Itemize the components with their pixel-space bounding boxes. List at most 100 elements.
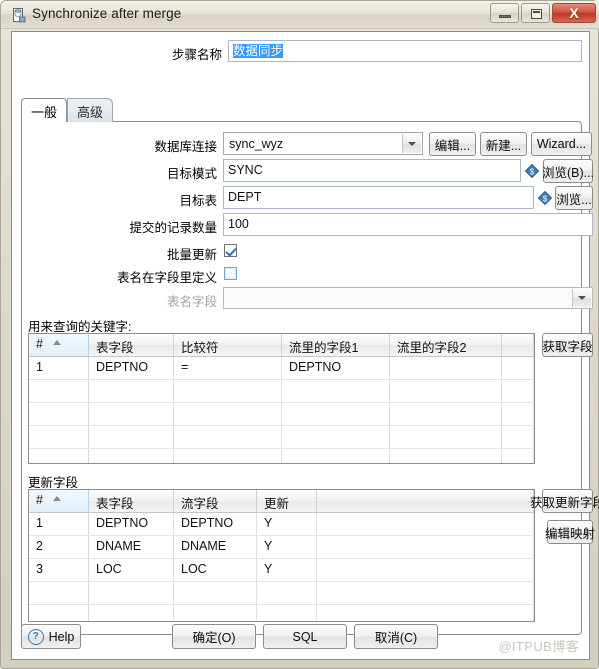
table-row-empty[interactable] bbox=[29, 582, 534, 605]
get-fields-button[interactable]: 获取字段 bbox=[542, 333, 593, 357]
svg-text:$: $ bbox=[543, 195, 548, 204]
db-connection-label: 数据库连接 bbox=[154, 140, 217, 154]
table-row[interactable]: 1 DEPTNO = DEPTNO bbox=[29, 357, 534, 380]
update-col-index[interactable]: # bbox=[29, 490, 89, 512]
keys-col-index[interactable]: # bbox=[29, 334, 89, 356]
ok-button[interactable]: 确定(O) bbox=[172, 624, 256, 649]
table-row[interactable]: 2 DNAME DNAME Y bbox=[29, 536, 534, 559]
table-row[interactable]: 1 DEPTNO DEPTNO Y bbox=[29, 513, 534, 536]
cell-table-field[interactable]: DNAME bbox=[89, 536, 174, 558]
help-button[interactable]: ? Help bbox=[21, 624, 81, 649]
table-name-field-label: 表名字段 bbox=[166, 295, 217, 309]
question-mark-icon: ? bbox=[27, 628, 44, 645]
title-bar[interactable]: Synchronize after merge X bbox=[1, 1, 599, 29]
wizard-button[interactable]: Wizard... bbox=[531, 132, 592, 156]
cell-comparator[interactable]: = bbox=[174, 357, 282, 379]
chevron-down-icon[interactable] bbox=[572, 289, 591, 307]
keys-col-table-field[interactable]: 表字段 bbox=[89, 334, 174, 356]
window-controls: X bbox=[490, 3, 596, 23]
dialog-client-area: 步骤名称 数据同步 一般 高级 数据库连接 sync_wyz 编辑... 新建.… bbox=[11, 31, 599, 660]
keys-grid[interactable]: # 表字段 比较符 流里的字段1 流里的字段2 1 DEPTNO = DEPTN… bbox=[28, 333, 535, 464]
cancel-button[interactable]: 取消(C) bbox=[354, 624, 438, 649]
table-row-empty[interactable] bbox=[29, 449, 534, 463]
db-connection-value: sync_wyz bbox=[229, 137, 284, 151]
window-title: Synchronize after merge bbox=[32, 6, 182, 21]
batch-update-label: 批量更新 bbox=[166, 248, 217, 262]
cell-index: 3 bbox=[29, 559, 89, 581]
watermark: @ITPUB博客 bbox=[498, 639, 579, 654]
browse-table-button[interactable]: 浏览... bbox=[555, 186, 593, 210]
keys-col-stream-field1[interactable]: 流里的字段1 bbox=[282, 334, 390, 356]
commit-size-input[interactable]: 100 bbox=[223, 213, 593, 236]
keys-col-stream-field2[interactable]: 流里的字段2 bbox=[390, 334, 502, 356]
maximize-button[interactable] bbox=[521, 3, 550, 23]
keys-grid-header: # 表字段 比较符 流里的字段1 流里的字段2 bbox=[29, 334, 534, 357]
target-schema-value: SYNC bbox=[228, 163, 263, 177]
batch-update-checkbox[interactable] bbox=[224, 244, 237, 257]
get-update-fields-button[interactable]: 获取更新字段 bbox=[530, 489, 599, 513]
table-name-in-field-label: 表名在字段里定义 bbox=[116, 271, 217, 285]
cell-spacer bbox=[502, 357, 534, 379]
tab-general[interactable]: 一般 bbox=[21, 98, 68, 122]
keys-col-spacer bbox=[502, 334, 534, 356]
cell-stream-field[interactable]: LOC bbox=[174, 559, 257, 581]
chevron-down-icon[interactable] bbox=[402, 134, 421, 153]
cell-table-field[interactable]: DEPTNO bbox=[89, 357, 174, 379]
sort-ascending-icon bbox=[53, 496, 61, 501]
cell-update-flag[interactable]: Y bbox=[257, 536, 317, 558]
svg-text:$: $ bbox=[530, 168, 535, 177]
maximize-icon bbox=[531, 9, 542, 19]
target-schema-input[interactable]: SYNC bbox=[223, 159, 521, 182]
step-name-value: 数据同步 bbox=[233, 44, 284, 58]
update-col-spacer bbox=[317, 490, 534, 512]
close-button[interactable]: X bbox=[552, 3, 596, 23]
database-step-icon bbox=[13, 8, 26, 23]
edit-mapping-button[interactable]: 编辑映射 bbox=[545, 520, 595, 544]
cell-table-field[interactable]: DEPTNO bbox=[89, 513, 174, 535]
update-col-table-field[interactable]: 表字段 bbox=[89, 490, 174, 512]
minimize-button[interactable] bbox=[490, 3, 519, 23]
keys-col-comparator[interactable]: 比较符 bbox=[174, 334, 282, 356]
update-grid-header: # 表字段 流字段 更新 bbox=[29, 490, 534, 513]
table-row-empty[interactable] bbox=[29, 380, 534, 403]
table-name-field-combo[interactable] bbox=[223, 287, 593, 309]
db-connection-combo[interactable]: sync_wyz bbox=[223, 132, 423, 155]
new-connection-button[interactable]: 新建... bbox=[480, 132, 527, 156]
cell-index: 1 bbox=[29, 513, 89, 535]
target-table-input[interactable]: DEPT bbox=[223, 186, 534, 209]
cell-table-field[interactable]: LOC bbox=[89, 559, 174, 581]
cell-stream-field[interactable]: DNAME bbox=[174, 536, 257, 558]
edit-connection-button[interactable]: 编辑... bbox=[429, 132, 476, 156]
sql-button[interactable]: SQL bbox=[263, 624, 347, 649]
table-name-in-field-checkbox[interactable] bbox=[224, 267, 237, 280]
cell-update-flag[interactable]: Y bbox=[257, 513, 317, 535]
step-name-input[interactable]: 数据同步 bbox=[228, 40, 582, 62]
cell-stream-field[interactable]: DEPTNO bbox=[174, 513, 257, 535]
variable-icon: $ bbox=[525, 164, 539, 178]
tab-advanced[interactable]: 高级 bbox=[67, 98, 114, 122]
target-table-value: DEPT bbox=[228, 190, 262, 204]
update-col-stream-field[interactable]: 流字段 bbox=[174, 490, 257, 512]
target-schema-label: 目标模式 bbox=[166, 167, 217, 181]
dialog-footer: ? Help 确定(O) SQL 取消(C) @ITPUB博客 bbox=[12, 615, 589, 659]
help-button-label: Help bbox=[48, 629, 75, 644]
close-icon: X bbox=[569, 5, 579, 21]
table-row[interactable]: 3 LOC LOC Y bbox=[29, 559, 534, 582]
step-name-label: 步骤名称 bbox=[171, 48, 222, 62]
cell-stream-field2[interactable] bbox=[390, 357, 502, 379]
commit-size-value: 100 bbox=[228, 217, 249, 231]
update-col-update[interactable]: 更新 bbox=[257, 490, 317, 512]
target-table-label: 目标表 bbox=[179, 194, 217, 208]
minimize-icon bbox=[499, 15, 511, 18]
cell-update-flag[interactable]: Y bbox=[257, 559, 317, 581]
cell-stream-field1[interactable]: DEPTNO bbox=[282, 357, 390, 379]
tab-panel-general: 数据库连接 sync_wyz 编辑... 新建... Wizard... 目标模… bbox=[21, 121, 599, 635]
cell-index: 2 bbox=[29, 536, 89, 558]
browse-schema-button[interactable]: 浏览(B)... bbox=[542, 159, 594, 183]
tab-strip: 一般 高级 bbox=[21, 98, 582, 122]
table-row-empty[interactable] bbox=[29, 426, 534, 449]
table-row-empty[interactable] bbox=[29, 403, 534, 426]
variable-icon: $ bbox=[538, 191, 552, 205]
update-grid[interactable]: # 表字段 流字段 更新 1 DEPTNO DEPTNO Y 2 DNAME D… bbox=[28, 489, 535, 622]
dialog-window: Synchronize after merge X 步骤名称 数据同步 一般 高… bbox=[0, 0, 599, 669]
